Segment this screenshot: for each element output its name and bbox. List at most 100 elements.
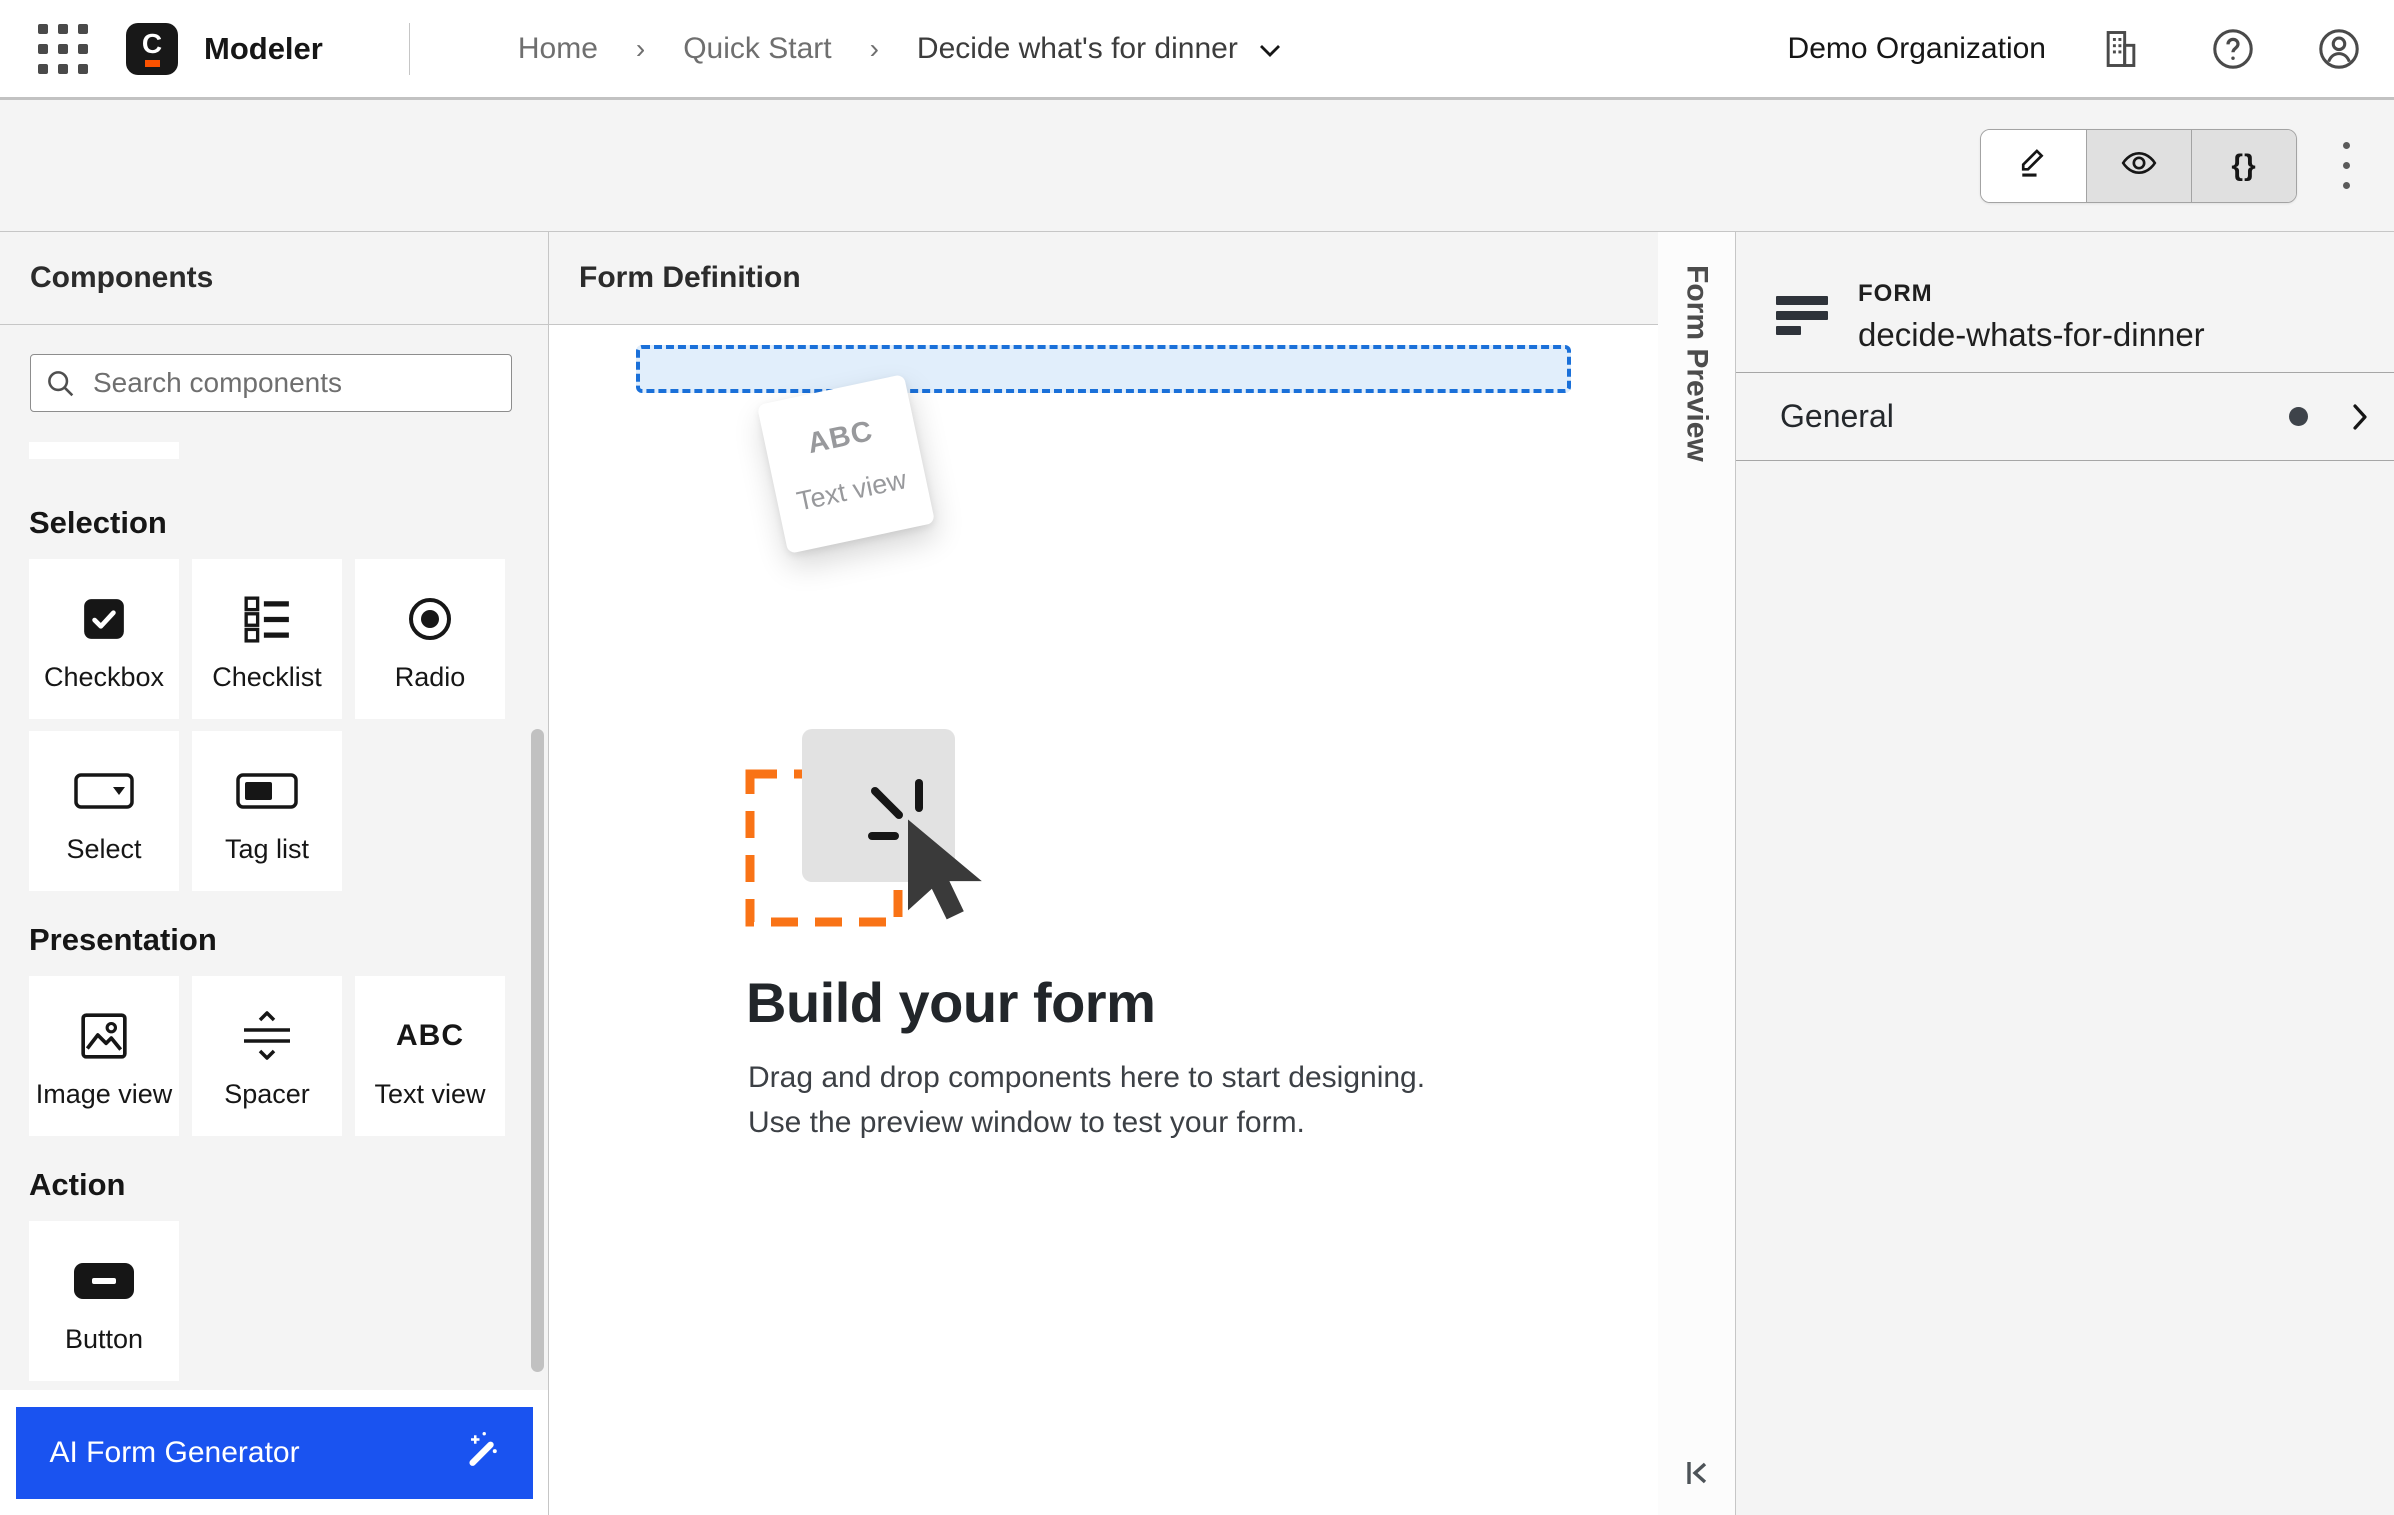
empty-state-line1: Drag and drop components here to start d… <box>748 1061 1426 1094</box>
top-header: C Modeler Home › Quick Start › Decide wh… <box>0 0 2394 100</box>
preview-mode-button[interactable] <box>2086 129 2191 202</box>
image-icon <box>79 1003 129 1069</box>
breadcrumb-current-label: Decide what's for dinner <box>916 31 1238 65</box>
tile-label: Spacer <box>224 1078 310 1109</box>
form-preview-strip: Form Preview <box>1658 232 1736 1515</box>
selection-tile-grid: Checkbox Checklist Radio Select Tag list <box>29 559 507 891</box>
radio-icon <box>409 586 451 652</box>
tile-label: Select <box>66 833 142 864</box>
breadcrumb-separator: › <box>635 32 646 64</box>
tile-label: Text view <box>374 1078 486 1109</box>
tile-label: Checkbox <box>43 661 165 692</box>
user-avatar-icon[interactable] <box>2316 26 2362 72</box>
form-canvas: Form Definition ABC Text view Build your… <box>549 232 1658 1515</box>
help-icon[interactable] <box>2210 26 2256 72</box>
breadcrumb-parent[interactable]: Quick Start <box>683 32 831 66</box>
form-preview-label[interactable]: Form Preview <box>1680 265 1714 1515</box>
breadcrumb: Home › Quick Start › Decide what's for d… <box>518 32 1282 66</box>
form-id: decide-whats-for-dinner <box>1858 316 2205 353</box>
components-list: Selection Checkbox <box>0 325 548 1390</box>
component-tile-imageview[interactable]: Image view <box>29 976 179 1136</box>
header-divider <box>408 22 410 75</box>
empty-state-illustration <box>742 725 1022 940</box>
magic-wand-icon <box>461 1430 499 1476</box>
mode-toolbar: {} <box>0 100 2394 232</box>
properties-header: FORM decide-whats-for-dinner <box>1736 232 2394 372</box>
ai-form-generator-button[interactable]: AI Form Generator <box>15 1406 533 1499</box>
presentation-tile-grid: Image view Spacer ABC Text view <box>29 976 507 1136</box>
properties-panel: FORM decide-whats-for-dinner General <box>1736 232 2394 1515</box>
header-right: Demo Organization <box>1788 26 2362 72</box>
abc-text-icon: ABC <box>804 415 876 461</box>
drop-target-highlight <box>636 345 1571 393</box>
edit-mode-button[interactable] <box>1981 129 2086 202</box>
overflow-menu-icon[interactable] <box>2337 136 2356 195</box>
components-panel-title: Components <box>0 232 548 325</box>
checkbox-icon <box>81 586 127 652</box>
app-switcher-icon[interactable] <box>38 23 88 74</box>
element-type-label: FORM <box>1858 280 1933 307</box>
empty-state-heading: Build your form <box>746 971 1156 1034</box>
organization-name[interactable]: Demo Organization <box>1788 32 2046 66</box>
breadcrumb-separator: › <box>869 32 879 64</box>
section-heading-selection: Selection <box>29 505 167 540</box>
chevron-down-icon <box>1258 39 1282 58</box>
components-sidebar: Components Selection <box>0 232 549 1515</box>
form-type-icon <box>1776 290 1830 347</box>
tile-label: Tag list <box>224 833 310 864</box>
component-tile-select[interactable]: Select <box>29 731 179 891</box>
sidebar-scrollbar[interactable] <box>531 729 544 1372</box>
dragged-textview-tile: ABC Text view <box>756 374 936 554</box>
empty-state-description: Drag and drop components here to start d… <box>748 1055 1425 1145</box>
camunda-logo[interactable]: C <box>126 22 178 75</box>
component-tile-textview[interactable]: ABC Text view <box>355 976 505 1136</box>
general-section-row[interactable]: General <box>1736 372 2394 461</box>
component-tile-checklist[interactable]: Checklist <box>192 559 342 719</box>
section-heading-presentation: Presentation <box>29 922 217 957</box>
general-section-label: General <box>1780 398 1894 434</box>
tile-label: Radio <box>394 661 466 692</box>
eye-icon <box>2119 143 2159 188</box>
organization-icon[interactable] <box>2098 26 2144 72</box>
code-mode-button[interactable]: {} <box>2191 129 2296 202</box>
form-definition-title: Form Definition <box>549 232 1658 325</box>
search-components-input[interactable] <box>30 354 512 412</box>
component-tile-checkbox[interactable]: Checkbox <box>29 559 179 719</box>
pencil-icon <box>2015 144 2053 187</box>
section-heading-action: Action <box>29 1167 126 1202</box>
form-canvas-body: ABC Text view Build your form Drag and d… <box>549 325 1658 1515</box>
component-tile-radio[interactable]: Radio <box>355 559 505 719</box>
button-icon <box>74 1248 134 1314</box>
scrolled-tile-fragment <box>29 442 179 459</box>
logo-letter: C <box>141 28 163 59</box>
curly-braces-icon: {} <box>2231 148 2257 182</box>
tile-label: Button <box>64 1323 144 1354</box>
breadcrumb-home[interactable]: Home <box>518 32 598 66</box>
component-tile-button[interactable]: Button <box>29 1221 179 1381</box>
component-tile-taglist[interactable]: Tag list <box>192 731 342 891</box>
checklist-icon <box>242 586 292 652</box>
logo-underline <box>144 60 160 67</box>
ai-form-generator-label: AI Form Generator <box>49 1435 300 1469</box>
action-tile-grid: Button <box>29 1221 507 1381</box>
tile-label: Image view <box>35 1078 173 1109</box>
chevron-right-icon[interactable] <box>2350 401 2370 433</box>
taglist-icon <box>235 758 299 824</box>
tile-label: Checklist <box>212 661 322 692</box>
app-window: C Modeler Home › Quick Start › Decide wh… <box>0 0 2394 1515</box>
properties-title-block: FORM decide-whats-for-dinner <box>1858 280 2205 354</box>
view-mode-switcher: {} <box>1980 128 2297 203</box>
component-tile-spacer[interactable]: Spacer <box>192 976 342 1136</box>
breadcrumb-current[interactable]: Decide what's for dinner <box>917 32 1282 66</box>
ai-generator-bar: AI Form Generator <box>0 1390 548 1515</box>
expand-preview-icon[interactable] <box>1680 1456 1714 1495</box>
abc-text-icon: ABC <box>396 1018 464 1052</box>
main-area: Components Selection <box>0 232 2394 1515</box>
empty-state-line2: Use the preview window to test your form… <box>748 1106 1305 1139</box>
drag-ghost-label: Text view <box>794 464 910 517</box>
app-name: Modeler <box>204 30 323 66</box>
spacer-icon <box>238 1003 296 1069</box>
section-filled-dot <box>2289 407 2308 426</box>
select-icon <box>73 758 135 824</box>
component-search <box>30 354 512 412</box>
